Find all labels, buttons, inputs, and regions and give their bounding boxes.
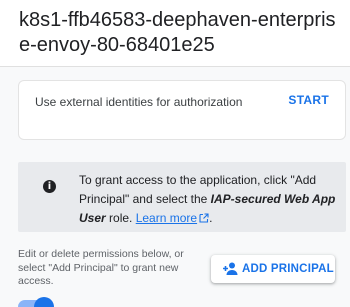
toggle-knob bbox=[34, 297, 54, 307]
external-identities-card: Use external identities for authorizatio… bbox=[18, 80, 346, 140]
add-principal-label: ADD PRINCIPAL bbox=[242, 263, 334, 275]
permissions-hint: Edit or delete permissions below, or sel… bbox=[18, 248, 184, 287]
start-button[interactable]: START bbox=[288, 93, 329, 107]
info-text-part2: role. bbox=[105, 211, 136, 225]
info-box: i To grant access to the application, cl… bbox=[18, 162, 346, 232]
external-identities-label: Use external identities for authorizatio… bbox=[35, 95, 243, 109]
info-icon: i bbox=[43, 180, 56, 193]
panel-header: k8s1-ffb46583-deephaven-enterprise-envoy… bbox=[0, 0, 350, 67]
toggle-switch[interactable] bbox=[18, 297, 54, 307]
learn-more-link[interactable]: Learn more bbox=[136, 211, 209, 225]
open-in-new-icon bbox=[199, 213, 209, 223]
permissions-panel: k8s1-ffb46583-deephaven-enterprise-envoy… bbox=[0, 0, 350, 307]
learn-more-label: Learn more bbox=[135, 211, 198, 225]
info-text: To grant access to the application, clic… bbox=[79, 171, 339, 228]
info-text-end: . bbox=[209, 211, 213, 225]
add-principal-button[interactable]: ADD PRINCIPAL bbox=[211, 255, 335, 283]
person-add-icon bbox=[223, 262, 238, 275]
panel-title: k8s1-ffb46583-deephaven-enterprise-envoy… bbox=[19, 9, 336, 56]
